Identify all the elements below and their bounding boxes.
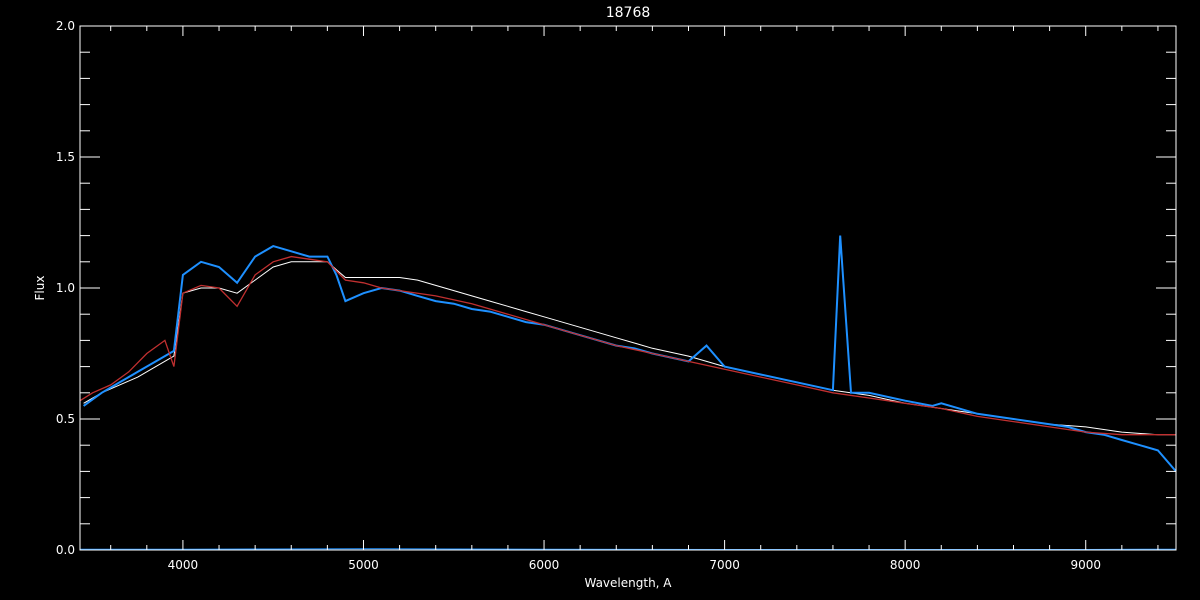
y-tick-label: 0.5 xyxy=(56,412,75,426)
x-axis-label: Wavelength, A xyxy=(584,576,672,590)
x-tick-label: 6000 xyxy=(529,558,560,572)
y-tick-label: 1.5 xyxy=(56,150,75,164)
chart-title: 18768 xyxy=(606,5,651,21)
y-tick-label: 1.0 xyxy=(56,281,75,295)
y-tick-label: 0.0 xyxy=(56,543,75,557)
x-tick-label: 7000 xyxy=(709,558,740,572)
y-axis-label: Flux xyxy=(33,276,47,301)
y-tick-label: 2.0 xyxy=(56,19,75,33)
x-tick-label: 8000 xyxy=(890,558,921,572)
x-tick-label: 9000 xyxy=(1070,558,1101,572)
spectrum-chart: 4000 5000 6000 7000 8000 90000.00.51.01.52.0 … xyxy=(0,0,1200,600)
x-tick-label: 5000 xyxy=(348,558,379,572)
x-tick-label: 4000 xyxy=(168,558,199,572)
